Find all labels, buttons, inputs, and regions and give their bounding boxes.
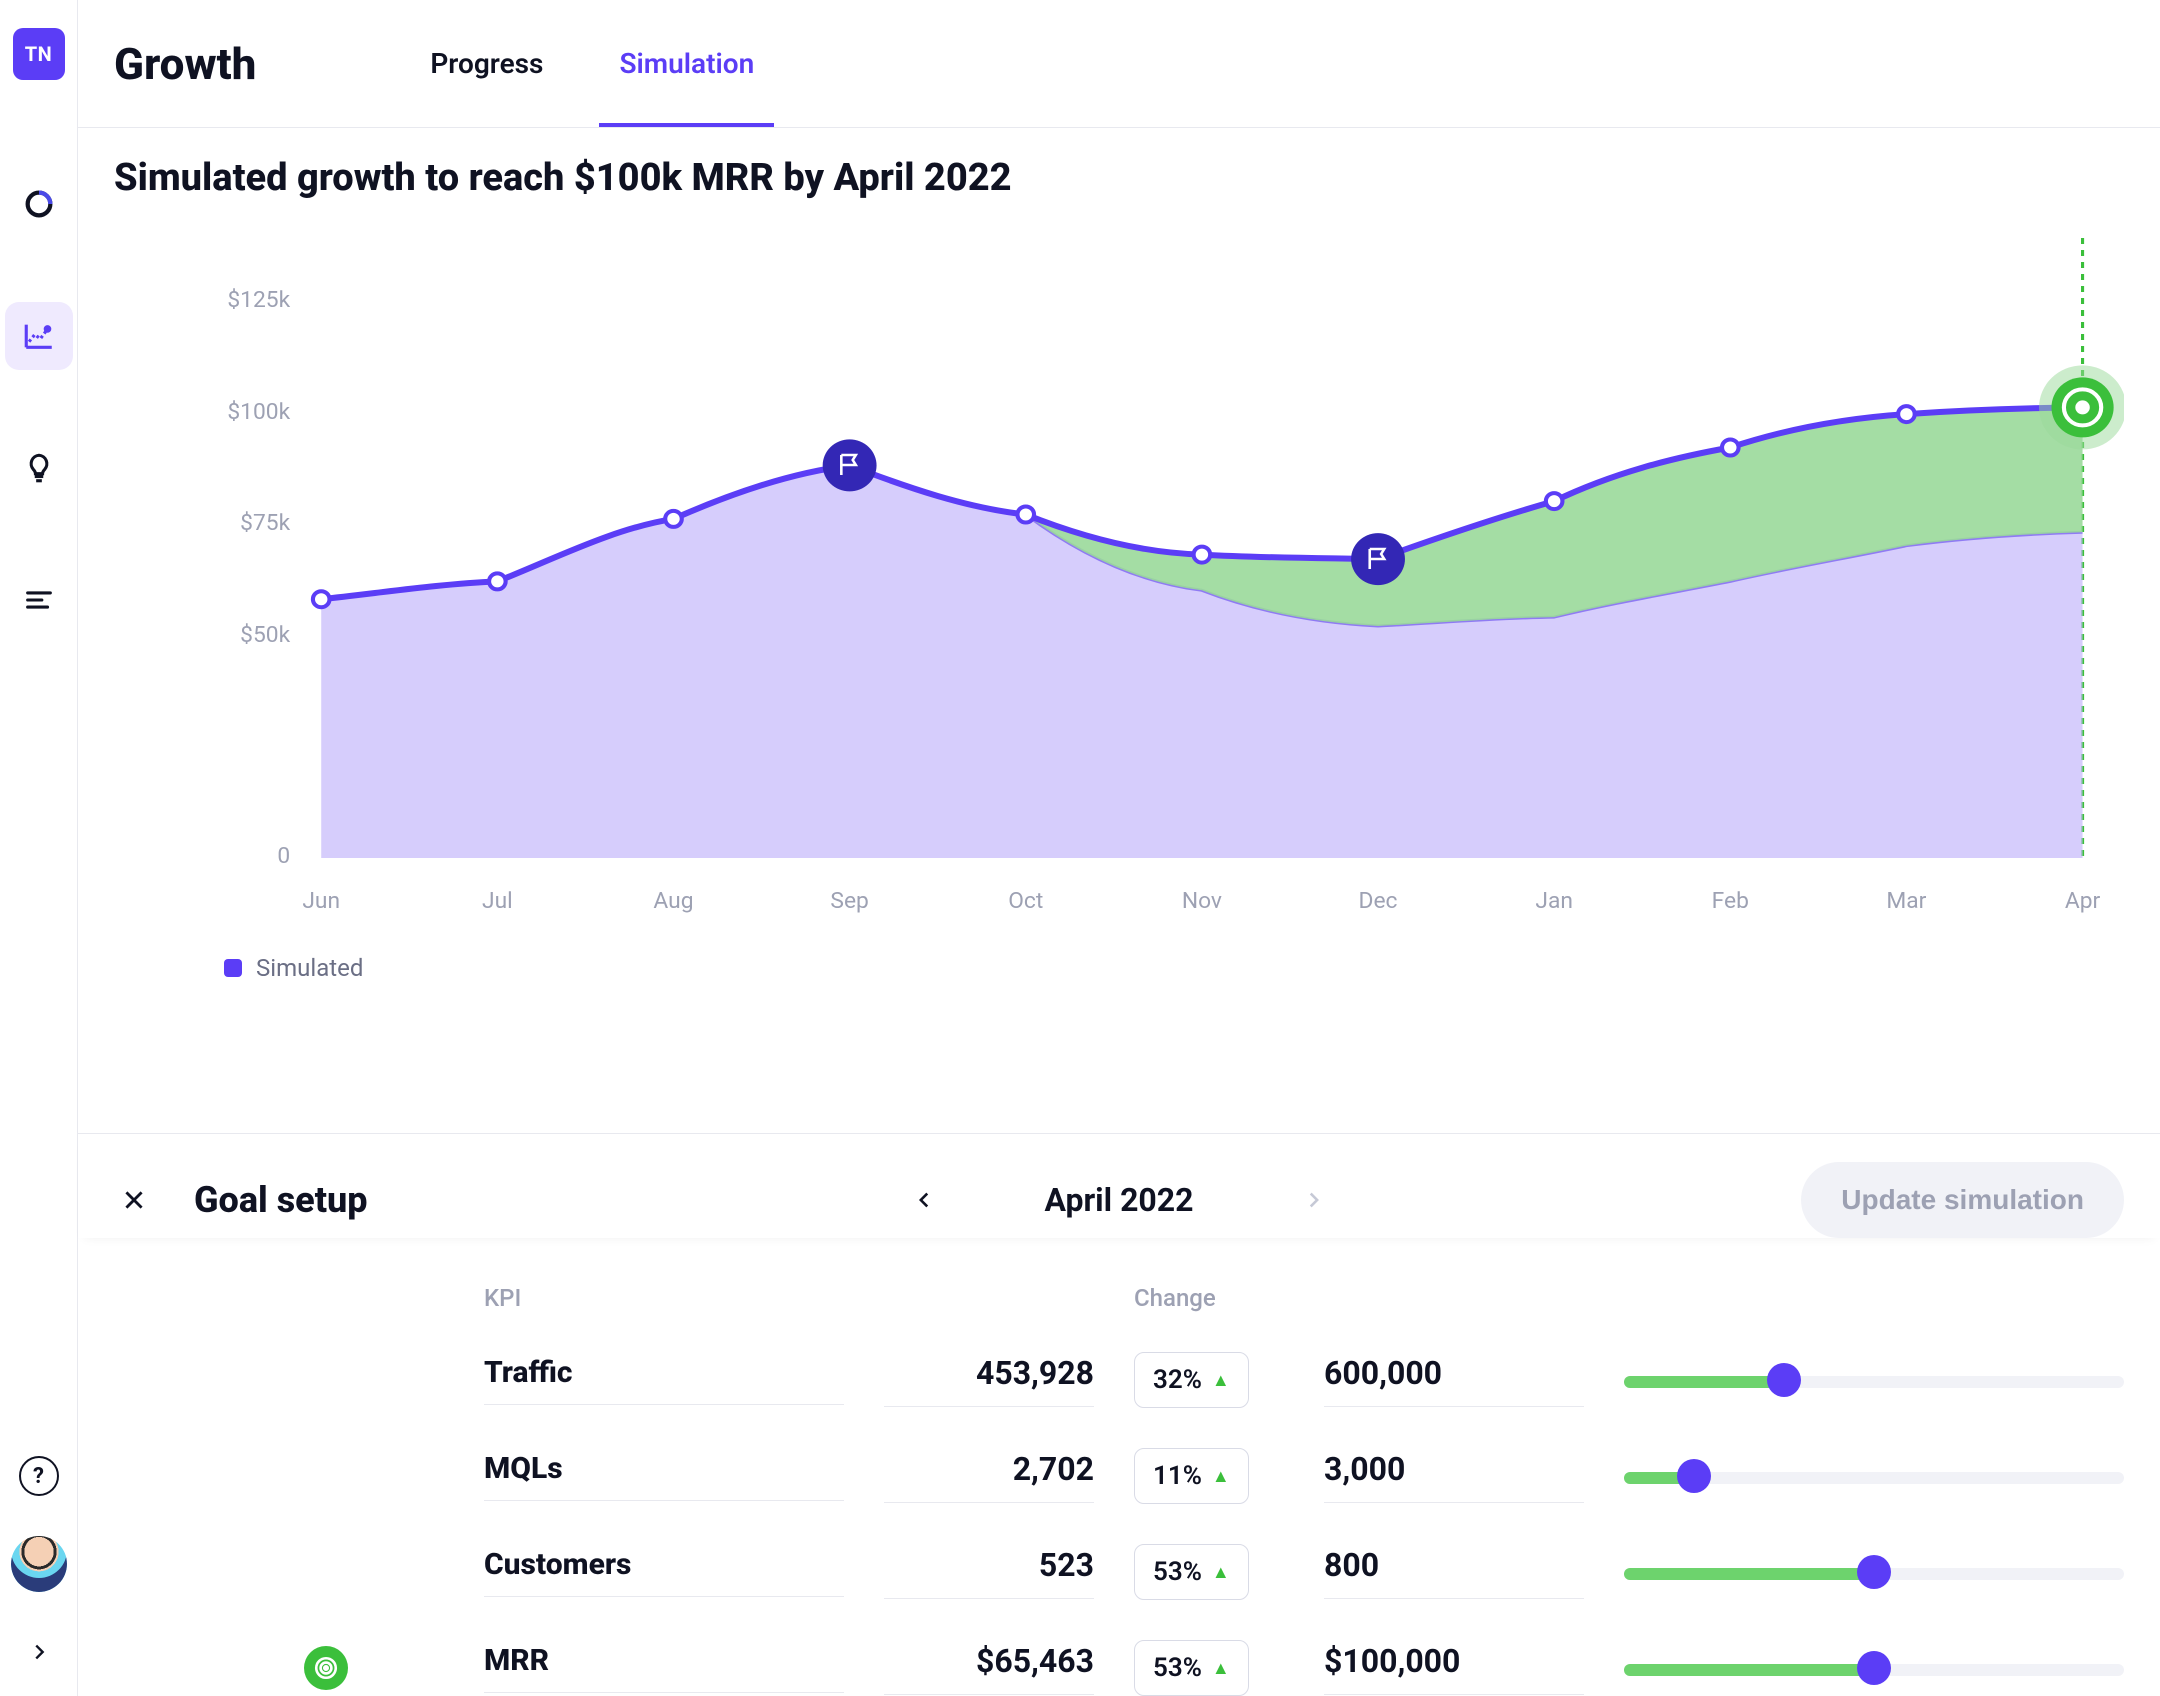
kpi-table: KPI Change Traffic 453,928 32%▲ 600,000 … [78,1238,2160,1696]
triangle-up-icon: ▲ [1212,1658,1230,1679]
x-tick: Sep [830,888,868,914]
kpi-header-kpi: KPI [484,1284,844,1312]
kpi-change-mrr: 53%▲ [1134,1640,1249,1696]
line-chart-icon [22,319,56,353]
target-icon [304,1646,348,1690]
update-simulation-button[interactable]: Update simulation [1801,1162,2124,1238]
y-tick-75k: $75k [240,510,291,536]
marker-dec[interactable] [1351,533,1405,585]
x-tick: Oct [1008,888,1043,914]
nav-overview[interactable] [5,170,73,238]
kpi-target-mrr: $100,000 [1324,1642,1584,1695]
chevron-right-icon [28,1641,50,1663]
tab-simulation[interactable]: Simulation [605,0,768,127]
marker-sep[interactable] [823,439,877,491]
page-title: Growth [114,38,256,90]
close-icon [121,1187,147,1213]
kpi-target-customers: 800 [1324,1546,1584,1599]
x-tick: Nov [1182,888,1222,914]
lightbulb-icon [22,451,56,485]
kpi-header-change: Change [1134,1284,1284,1312]
kpi-change-traffic: 32%▲ [1134,1352,1249,1408]
x-tick: Feb [1712,888,1749,914]
legend-swatch [224,959,242,977]
help-icon[interactable]: ? [19,1456,59,1496]
chevron-right-icon [1303,1189,1325,1211]
kpi-current-mqls: 2,702 [884,1450,1094,1503]
month-label: April 2022 [1044,1181,1193,1219]
kpi-name-mrr: MRR [484,1643,844,1693]
next-month-button[interactable] [1294,1180,1334,1220]
sidebar: TN ? [0,0,78,1696]
topbar: Growth Progress Simulation [78,0,2160,128]
y-tick-125k: $125k [227,287,290,313]
kpi-target-mqls: 3,000 [1324,1450,1584,1503]
x-tick: Jun [302,888,340,914]
main: Growth Progress Simulation Simulated gro… [78,0,2160,1696]
legend-label: Simulated [256,954,363,982]
kpi-current-mrr: $65,463 [884,1642,1094,1695]
kpi-slider-customers[interactable] [1624,1562,2124,1582]
expand-sidebar-button[interactable] [19,1632,59,1672]
kpi-slider-mqls[interactable] [1624,1466,2124,1486]
kpi-slider-mrr[interactable] [1624,1658,2124,1678]
triangle-up-icon: ▲ [1212,1466,1230,1487]
chevron-left-icon [913,1189,935,1211]
chart-legend: Simulated [224,954,2124,982]
kpi-change-mqls: 11%▲ [1134,1448,1249,1504]
goal-setup-bar: Goal setup April 2022 Update simulation [78,1133,2160,1238]
prev-month-button[interactable] [904,1180,944,1220]
kpi-name-traffic: Traffic [484,1355,844,1405]
kpi-target-traffic: 600,000 [1324,1354,1584,1407]
kpi-current-customers: 523 [884,1546,1094,1599]
x-tick: Jul [482,888,513,914]
x-tick: Aug [653,888,693,914]
tabs: Progress Simulation [416,0,768,127]
donut-icon [22,187,56,221]
tab-progress[interactable]: Progress [416,0,557,127]
nav-growth[interactable] [5,302,73,370]
close-goal-setup-button[interactable] [114,1180,154,1220]
y-tick-100k: $100k [227,399,290,425]
triangle-up-icon: ▲ [1212,1370,1230,1391]
goal-setup-title: Goal setup [194,1179,368,1221]
avatar[interactable] [11,1536,67,1592]
month-nav: April 2022 [904,1180,1333,1220]
nav-lists[interactable] [5,566,73,634]
target-marker[interactable] [2039,365,2124,449]
triangle-up-icon: ▲ [1212,1562,1230,1583]
simulation-chart: 0 $50k $75k $100k $125k [114,218,2124,982]
kpi-name-customers: Customers [484,1547,844,1597]
kpi-current-traffic: 453,928 [884,1354,1094,1407]
sub-heading: Simulated growth to reach $100k MRR by A… [114,156,2124,200]
brand-square[interactable]: TN [13,28,65,80]
x-tick: Mar [1886,888,1926,914]
kpi-name-mqls: MQLs [484,1451,844,1501]
x-tick: Apr [2065,888,2101,914]
x-tick: Dec [1359,888,1398,914]
kpi-slider-traffic[interactable] [1624,1370,2124,1390]
kpi-change-customers: 53%▲ [1134,1544,1249,1600]
x-tick: Jan [1535,888,1573,914]
y-tick-0: 0 [277,843,290,869]
list-icon [22,583,56,617]
nav-ideas[interactable] [5,434,73,502]
y-tick-50k: $50k [240,622,291,648]
